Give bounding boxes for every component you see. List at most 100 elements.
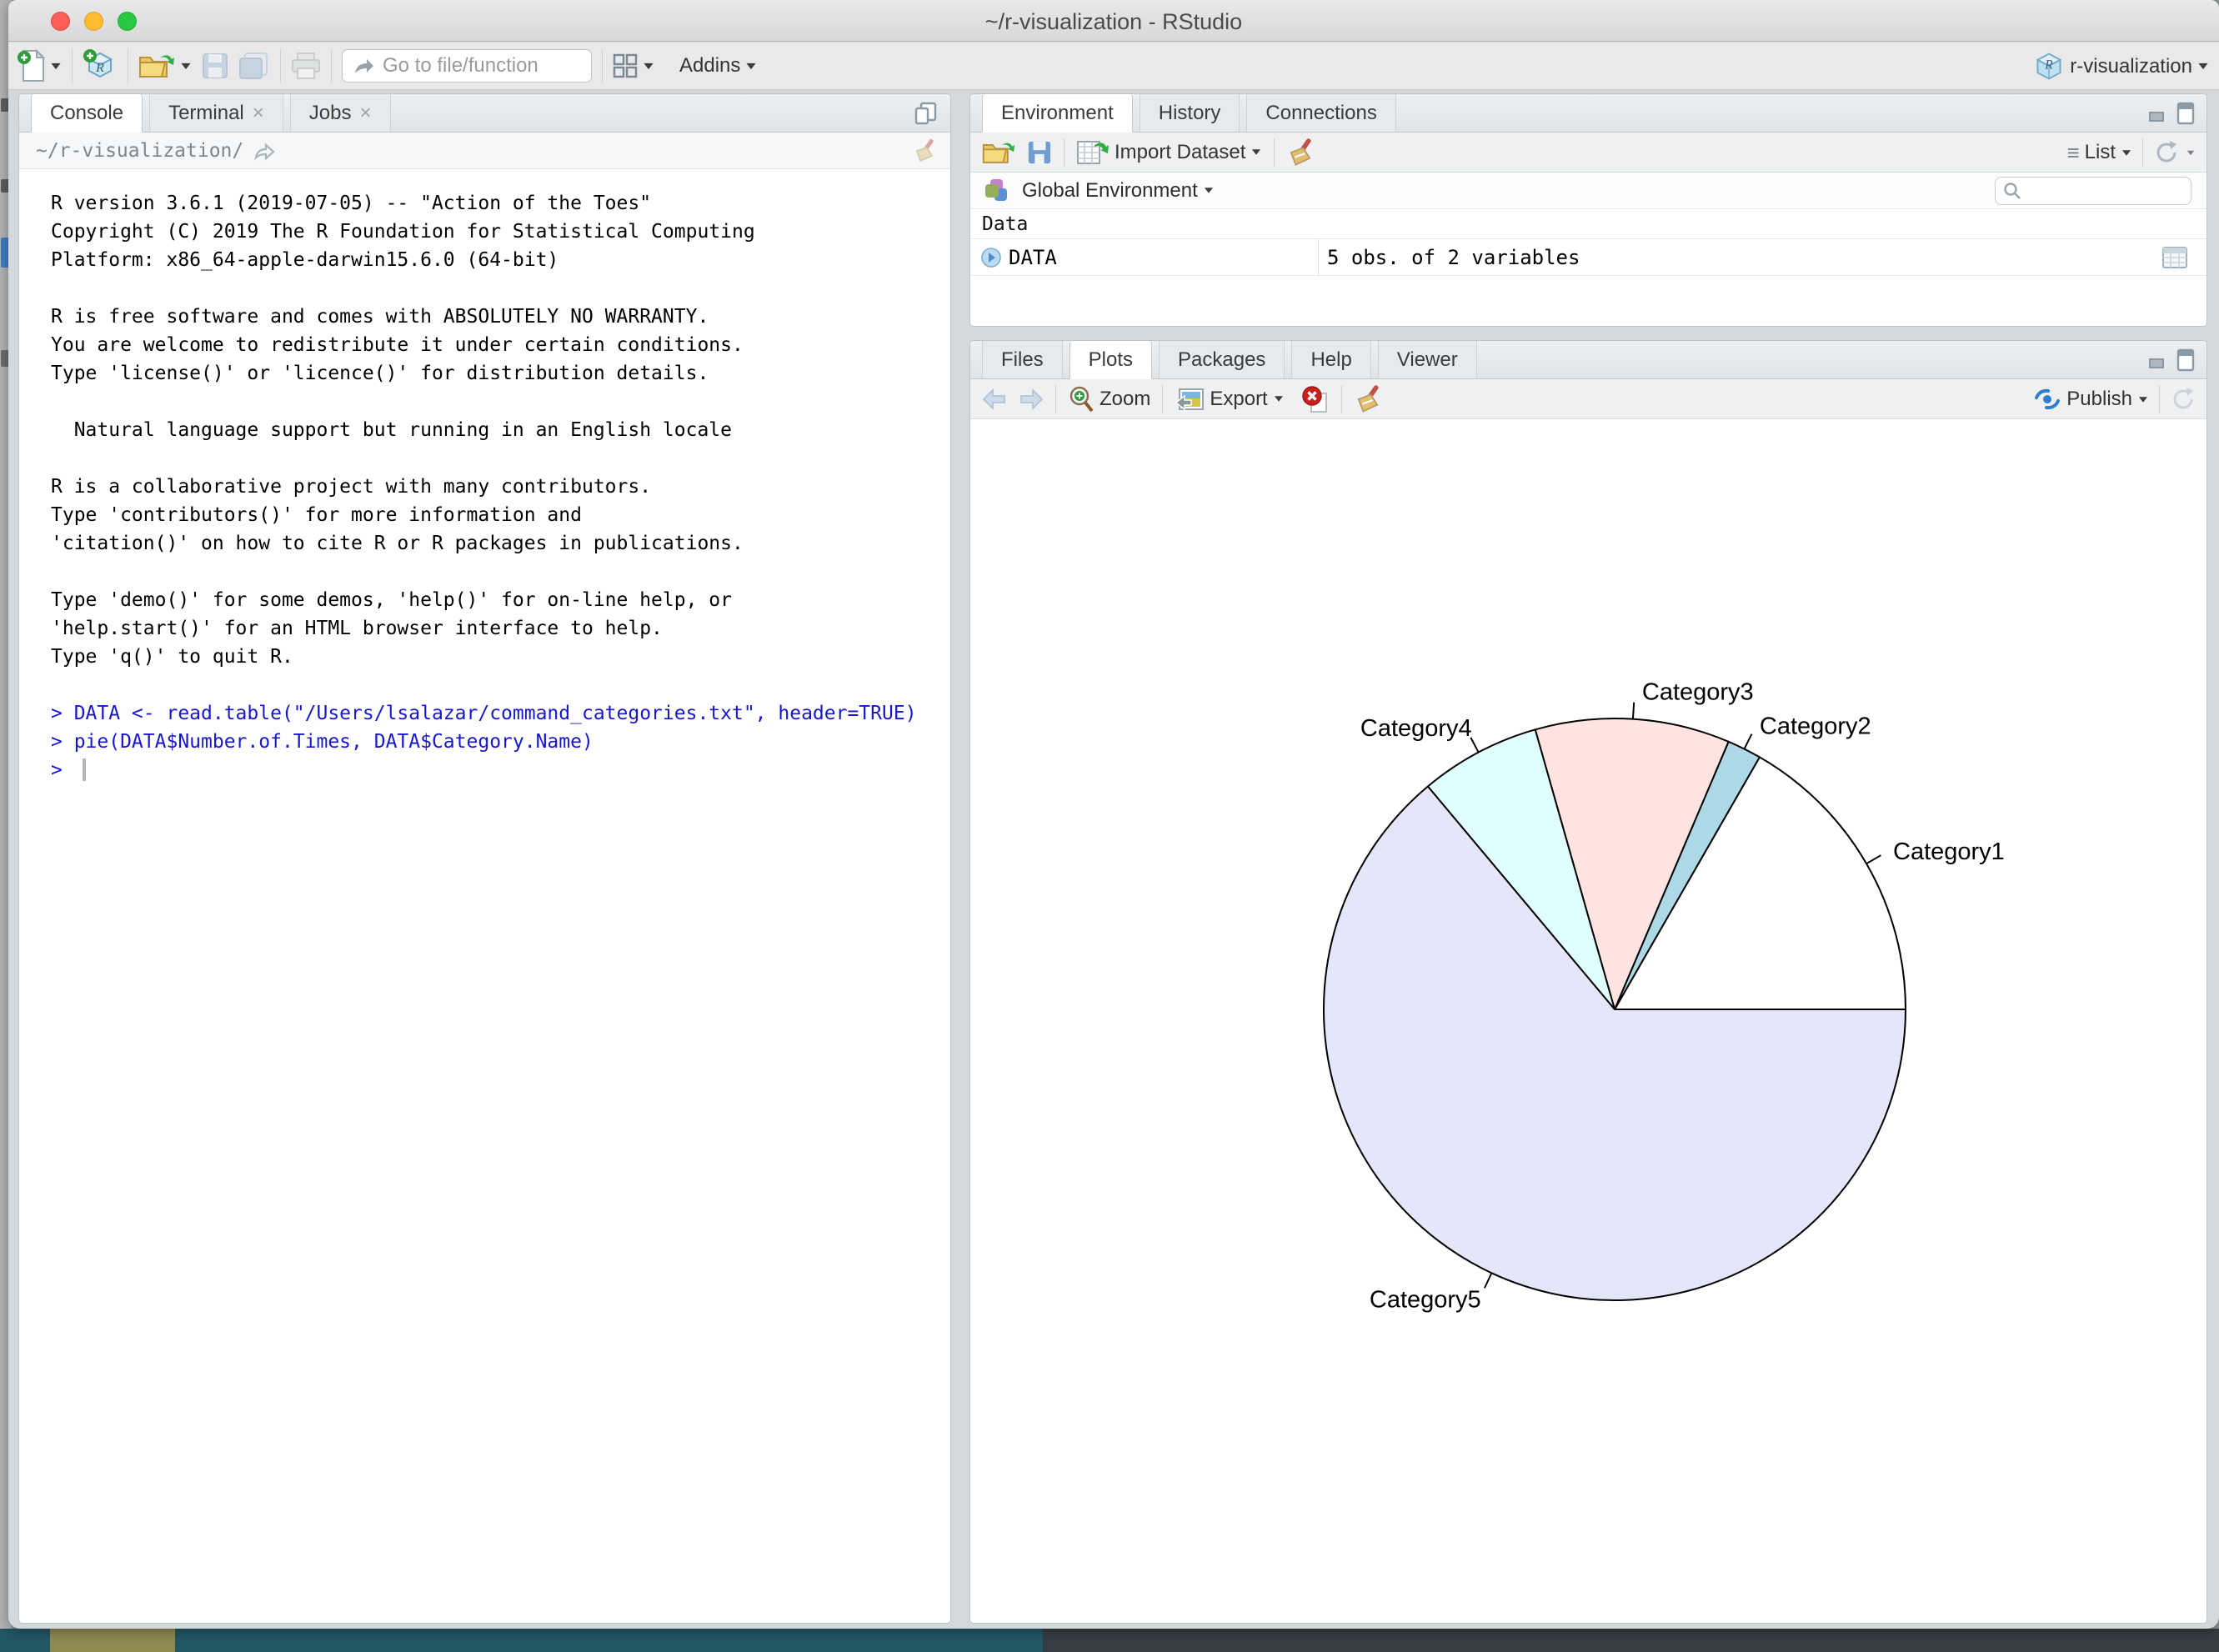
plots-toolbar: Zoom Export [970,379,2206,419]
pie-label: Category5 [1370,1286,1481,1313]
goto-placeholder: Go to file/function [383,54,538,78]
new-file-button[interactable] [17,49,62,83]
pie-label: Category4 [1360,715,1472,742]
console-line [51,671,950,699]
project-menu-button[interactable]: R r-visualization [2033,51,2209,83]
save-all-icon [238,52,270,80]
export-plot-button[interactable]: Export [1175,386,1284,413]
refresh-environment-button[interactable] [2153,139,2196,166]
import-dataset-label: Import Dataset [1115,141,1245,164]
open-file-button[interactable] [138,51,192,81]
tab-help[interactable]: Help [1291,341,1370,378]
maximize-pane-icon[interactable] [2176,102,2195,125]
console-panel: Console Terminal × Jobs × ~/r-visualizat… [18,93,951,1624]
console-line [51,274,950,303]
tab-packages[interactable]: Packages [1159,341,1285,378]
previous-plot-button[interactable] [982,388,1007,411]
main-toolbar: R [8,43,2219,90]
export-image-icon [1175,386,1205,413]
save-all-button[interactable] [238,52,270,80]
console-line [51,388,950,416]
console-line: > pie(DATA$Number.of.Times, DATA$Categor… [51,728,950,756]
clear-environment-button[interactable] [1286,138,1315,168]
broom-icon [1354,384,1382,414]
window-title: ~/r-visualization - RStudio [8,9,2219,35]
environment-search-input[interactable] [1995,177,2191,205]
restore-panes-icon[interactable] [914,101,939,126]
project-label: r-visualization [2070,55,2192,78]
tab-console[interactable]: Console [31,94,143,133]
console-line: Type 'q()' to quit R. [51,643,950,671]
tab-environment[interactable]: Environment [982,94,1133,133]
clear-console-button[interactable] [912,138,937,164]
clear-all-plots-button[interactable] [1354,384,1382,414]
import-dataset-button[interactable]: Import Dataset [1076,138,1262,167]
expand-object-icon[interactable] [980,247,1002,268]
minimize-pane-icon[interactable] [2148,104,2170,123]
environment-scope-select[interactable]: Global Environment [1022,179,1215,203]
print-icon [291,52,321,80]
console-path-row: ~/r-visualization/ [19,133,950,169]
publish-label: Publish [2066,388,2132,411]
console-line: > DATA <- read.table("/Users/lsalazar/co… [51,699,950,728]
svg-text:R: R [2045,58,2054,72]
maximize-pane-icon[interactable] [2176,348,2195,372]
close-tab-icon[interactable]: × [359,102,371,125]
tab-jobs[interactable]: Jobs × [290,94,391,132]
plot-area: Category1Category2Category3Category4Cate… [970,420,2206,1624]
pane-layout-button[interactable] [613,53,654,78]
new-project-button[interactable]: R [83,48,118,83]
tab-viewer[interactable]: Viewer [1378,341,1477,378]
save-icon [202,53,228,79]
tab-terminal[interactable]: Terminal × [149,94,283,132]
console-line: Type 'license()' or 'licence()' for dist… [51,359,950,388]
close-tab-icon[interactable]: × [253,102,264,125]
back-arrow-icon [982,388,1007,411]
console-tabbar: Console Terminal × Jobs × [19,94,950,133]
goto-directory-icon[interactable] [253,141,277,161]
console-line: R is a collaborative project with many c… [51,473,950,501]
broom-icon [912,138,937,164]
search-icon [2002,181,2022,201]
tab-connections[interactable]: Connections [1246,94,1395,132]
console-line: R is free software and comes with ABSOLU… [51,303,950,331]
tab-plots[interactable]: Plots [1069,341,1152,379]
import-dataset-icon [1076,138,1110,167]
minimize-pane-icon[interactable] [2148,351,2170,369]
environment-panel: Environment History Connections [969,93,2207,327]
object-name: DATA [1009,246,1057,269]
print-button[interactable] [291,52,321,80]
goto-file-search[interactable]: Go to file/function [342,49,592,83]
addins-button[interactable]: Addins [679,54,757,78]
global-environment-icon [982,177,1010,205]
save-workspace-button[interactable] [1027,140,1052,165]
environment-tabbar: Environment History Connections [970,94,2206,133]
svg-text:R: R [95,61,104,75]
console-line: Type 'contributors()' for more informati… [51,501,950,529]
save-button[interactable] [202,53,228,79]
column-separator [1318,239,1319,275]
list-view-button[interactable]: ≡ List [2066,140,2132,166]
view-table-icon[interactable] [2161,246,2188,269]
desktop-bottom-strip [0,1629,2219,1652]
working-directory: ~/r-visualization/ [36,140,243,162]
pie-label-tick [1633,703,1634,719]
tab-history[interactable]: History [1140,94,1240,132]
console-line: Type 'demo()' for some demos, 'help()' f… [51,586,950,614]
console-output[interactable]: R version 3.6.1 (2019-07-05) -- "Action … [19,169,950,784]
list-icon: ≡ [2066,140,2079,166]
load-workspace-button[interactable] [982,138,1015,167]
scope-label: Global Environment [1022,179,1198,203]
remove-plot-button[interactable] [1301,385,1330,413]
environment-object-row[interactable]: DATA 5 obs. of 2 variables [970,239,2206,276]
next-plot-button[interactable] [1019,388,1044,411]
desktop-bottom-dark [1043,1629,2219,1652]
zoom-plot-button[interactable]: Zoom [1068,385,1150,413]
tab-files[interactable]: Files [982,341,1063,378]
refresh-plot-button[interactable] [2170,386,2196,413]
open-folder-icon [138,51,175,81]
titlebar: ~/r-visualization - RStudio [8,0,2219,42]
save-icon [1027,140,1052,165]
publish-button[interactable]: Publish [2033,387,2149,412]
console-line: R version 3.6.1 (2019-07-05) -- "Action … [51,189,950,218]
